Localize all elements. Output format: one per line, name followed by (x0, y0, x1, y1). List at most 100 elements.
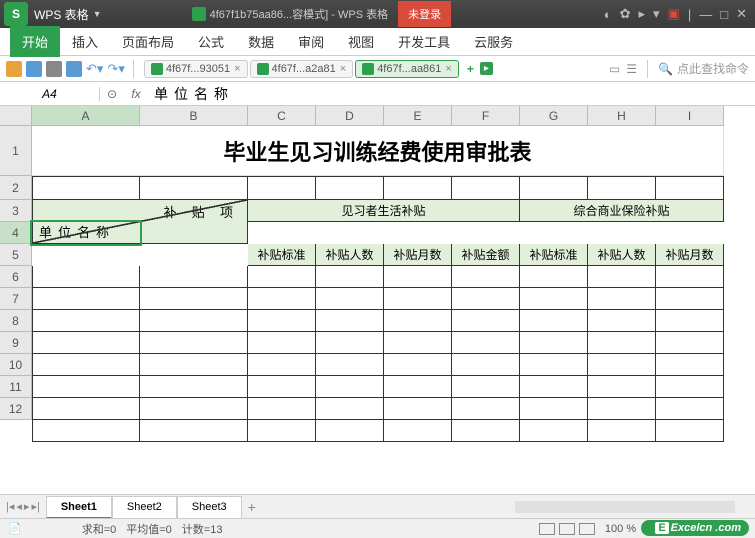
cell[interactable] (140, 332, 248, 354)
cell[interactable] (316, 376, 384, 398)
header-corner-cell[interactable]: 补 贴 项单位名称 (32, 200, 248, 244)
col-header-I[interactable]: I (656, 106, 724, 126)
fx-icon[interactable]: fx (124, 87, 148, 101)
cell[interactable] (140, 420, 248, 442)
menu-视图[interactable]: 视图 (336, 26, 386, 57)
cell[interactable] (452, 288, 520, 310)
cell[interactable] (452, 266, 520, 288)
cell[interactable] (140, 398, 248, 420)
cell[interactable] (316, 354, 384, 376)
cell[interactable] (140, 288, 248, 310)
cell[interactable] (248, 176, 316, 200)
cell[interactable] (384, 288, 452, 310)
cell[interactable] (384, 376, 452, 398)
doc-status-icon[interactable]: 📄 (8, 522, 22, 535)
sheet-nav[interactable]: |◂◂▸▸| (0, 500, 46, 513)
cell[interactable] (248, 310, 316, 332)
normal-view-icon[interactable] (539, 523, 555, 535)
row-header-6[interactable]: 6 (0, 266, 32, 288)
cell[interactable] (316, 288, 384, 310)
cell[interactable] (316, 176, 384, 200)
cell[interactable] (588, 354, 656, 376)
menu-云服务[interactable]: 云服务 (462, 26, 525, 57)
cell[interactable] (588, 310, 656, 332)
cell[interactable] (140, 266, 248, 288)
undo-icon[interactable]: ↶▾ (86, 61, 103, 77)
col-header-H[interactable]: H (588, 106, 656, 126)
close-tab-icon[interactable]: × (445, 63, 451, 75)
sub-header[interactable]: 补贴月数 (384, 244, 452, 266)
cell[interactable] (32, 420, 140, 442)
cell[interactable] (520, 332, 588, 354)
list-icon[interactable]: ☰ (626, 62, 637, 76)
cell[interactable] (452, 398, 520, 420)
cell[interactable] (520, 398, 588, 420)
row-header-1[interactable]: 1 (0, 126, 32, 176)
cell[interactable] (32, 332, 140, 354)
row-header-3[interactable]: 3 (0, 200, 32, 222)
cell[interactable] (588, 420, 656, 442)
menu-开发工具[interactable]: 开发工具 (386, 26, 462, 57)
sub-header[interactable]: 补贴标准 (520, 244, 588, 266)
doc-tab[interactable]: 4f67f...a2a81× (250, 60, 354, 78)
cell[interactable] (384, 310, 452, 332)
page-view-icon[interactable] (559, 523, 575, 535)
redo-icon[interactable]: ↷▾ (107, 61, 124, 77)
close-tab-icon[interactable]: × (340, 63, 346, 75)
cell[interactable] (452, 332, 520, 354)
zoom-label[interactable]: 100 % (605, 523, 636, 535)
row-headers[interactable]: 123456789101112 (0, 126, 32, 420)
menu-开始[interactable]: 开始 (10, 26, 60, 57)
cell[interactable] (140, 354, 248, 376)
cell[interactable] (316, 266, 384, 288)
cell[interactable] (520, 266, 588, 288)
cell[interactable] (452, 176, 520, 200)
cell[interactable] (316, 420, 384, 442)
cell[interactable] (520, 288, 588, 310)
print-icon[interactable] (46, 61, 62, 77)
cell[interactable] (248, 288, 316, 310)
cell[interactable] (588, 288, 656, 310)
sub-header[interactable]: 补贴标准 (248, 244, 316, 266)
cell[interactable] (520, 420, 588, 442)
col-header-E[interactable]: E (384, 106, 452, 126)
cell[interactable] (452, 354, 520, 376)
row-header-12[interactable]: 12 (0, 398, 32, 420)
add-tab-icon[interactable]: + (467, 62, 474, 76)
row-header-7[interactable]: 7 (0, 288, 32, 310)
cell[interactable] (588, 332, 656, 354)
cell[interactable] (140, 176, 248, 200)
cell[interactable] (588, 176, 656, 200)
cell[interactable] (248, 332, 316, 354)
cell[interactable] (656, 354, 724, 376)
group2-header[interactable]: 综合商业保险补贴 (520, 200, 724, 222)
cell[interactable] (248, 420, 316, 442)
cell[interactable] (588, 266, 656, 288)
sheet-tab-Sheet3[interactable]: Sheet3 (177, 496, 242, 519)
cells-container[interactable]: 毕业生见习训练经费使用审批表补 贴 项单位名称见习者生活补贴综合商业保险补贴补贴… (32, 126, 724, 442)
add-sheet-icon[interactable]: + (248, 499, 256, 515)
title-cell[interactable]: 毕业生见习训练经费使用审批表 (32, 126, 724, 176)
spreadsheet-grid[interactable]: ABCDEFGHI 123456789101112 毕业生见习训练经费使用审批表… (0, 106, 755, 486)
sheet-tab-Sheet1[interactable]: Sheet1 (46, 496, 112, 519)
cell[interactable] (140, 376, 248, 398)
col-header-F[interactable]: F (452, 106, 520, 126)
col-header-D[interactable]: D (316, 106, 384, 126)
cell[interactable] (656, 420, 724, 442)
cell[interactable] (248, 376, 316, 398)
menu-审阅[interactable]: 审阅 (286, 26, 336, 57)
cell[interactable] (32, 376, 140, 398)
col-header-C[interactable]: C (248, 106, 316, 126)
fx-cancel-icon[interactable]: ⊙ (100, 87, 124, 101)
cell[interactable] (520, 310, 588, 332)
row-header-8[interactable]: 8 (0, 310, 32, 332)
col-header-A[interactable]: A (32, 106, 140, 126)
cell[interactable] (32, 288, 140, 310)
row-header-9[interactable]: 9 (0, 332, 32, 354)
row-header-11[interactable]: 11 (0, 376, 32, 398)
cell[interactable] (32, 310, 140, 332)
cell[interactable] (32, 398, 140, 420)
cell[interactable] (656, 332, 724, 354)
cell[interactable] (452, 310, 520, 332)
cell[interactable] (656, 288, 724, 310)
